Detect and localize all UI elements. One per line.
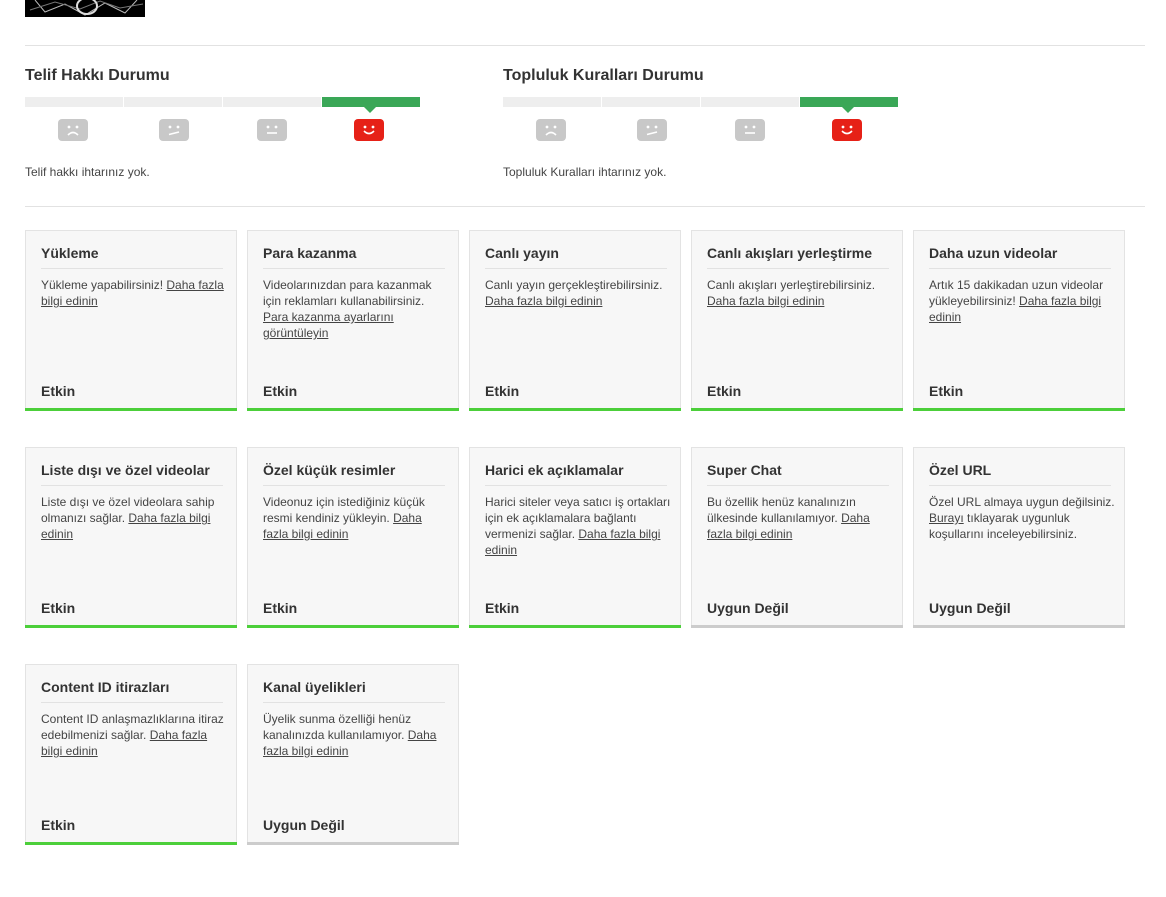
- meter-segment-active: [322, 97, 420, 113]
- meter-segment: [124, 97, 222, 107]
- feature-description: Videolarınızdan para kazanmak için rekla…: [263, 278, 432, 340]
- feature-card-external-annotations: Harici ek açıklamalar Harici siteler vey…: [469, 447, 681, 628]
- unsure-face-icon: [159, 119, 189, 141]
- feature-title: Yükleme: [41, 245, 223, 269]
- feature-description: Özel URL almaya uygun değilsiniz. Burayı…: [929, 495, 1115, 541]
- eligibility-link[interactable]: Burayı: [929, 511, 964, 525]
- divider: [25, 45, 1145, 46]
- happy-face-icon: [832, 119, 862, 141]
- feature-card-super-chat: Super Chat Bu özellik henüz kanalınızın …: [691, 447, 903, 628]
- feature-card-embed-live: Canlı akışları yerleştirme Canlı akışlar…: [691, 230, 903, 411]
- feature-status: Etkin: [485, 383, 520, 399]
- feature-description: Canlı akışları yerleştirebilirsiniz. Dah…: [707, 278, 876, 308]
- feature-description: Artık 15 dakikadan uzun videolar yükleye…: [929, 278, 1104, 324]
- community-meter: [503, 97, 923, 113]
- copyright-status-message: Telif hakkı ihtarınız yok.: [25, 165, 150, 179]
- status-bar-enabled: [469, 625, 681, 628]
- feature-card-monetization: Para kazanma Videolarınızdan para kazanm…: [247, 230, 459, 411]
- status-bar-enabled: [247, 625, 459, 628]
- community-status-message: Topluluk Kuralları ihtarınız yok.: [503, 165, 667, 179]
- meter-segment: [503, 97, 601, 107]
- feature-status: Etkin: [263, 600, 298, 616]
- meter-segment-active: [800, 97, 898, 113]
- feature-title: Content ID itirazları: [41, 679, 223, 703]
- status-bar-enabled: [25, 842, 237, 845]
- divider: [25, 206, 1145, 207]
- community-faces: [503, 119, 923, 143]
- feature-card-longer-videos: Daha uzun videolar Artık 15 dakikadan uz…: [913, 230, 1125, 411]
- feature-status: Etkin: [929, 383, 964, 399]
- feature-status: Uygun Değil: [263, 817, 345, 833]
- feature-status: Etkin: [263, 383, 298, 399]
- copyright-status-title: Telif Hakkı Durumu: [25, 67, 170, 84]
- feature-description: Videonuz için istediğiniz küçük resmi ke…: [263, 495, 425, 541]
- feature-title: Özel küçük resimler: [263, 462, 445, 486]
- feature-title: Daha uzun videolar: [929, 245, 1111, 269]
- feature-title: Canlı yayın: [485, 245, 667, 269]
- feature-status: Etkin: [41, 600, 76, 616]
- copyright-status: Telif Hakkı Durumu Telif hakkı ihtarınız…: [25, 60, 445, 179]
- status-bar-enabled: [25, 625, 237, 628]
- happy-face-icon: [354, 119, 384, 141]
- meter-segment: [25, 97, 123, 107]
- community-status: Topluluk Kuralları Durumu Topluluk Kural…: [503, 60, 923, 179]
- feature-card-custom-thumbnails: Özel küçük resimler Videonuz için istedi…: [247, 447, 459, 628]
- status-bar-enabled: [691, 408, 903, 411]
- feature-card-unlisted-private: Liste dışı ve özel videolar Liste dışı v…: [25, 447, 237, 628]
- feature-title: Harici ek açıklamalar: [485, 462, 667, 486]
- neutral-face-icon: [257, 119, 287, 141]
- feature-description: Bu özellik henüz kanalınızın ülkesinde k…: [707, 495, 870, 541]
- feature-status: Etkin: [41, 817, 76, 833]
- status-bar-ineligible: [691, 625, 903, 628]
- feature-description: Canlı yayın gerçekleştirebilirsiniz. Dah…: [485, 278, 663, 308]
- channel-thumbnail: [25, 0, 145, 17]
- feature-title: Canlı akışları yerleştirme: [707, 245, 889, 269]
- feature-description: Liste dışı ve özel videolara sahip olman…: [41, 495, 215, 541]
- community-status-title: Topluluk Kuralları Durumu: [503, 67, 704, 84]
- unsure-face-icon: [637, 119, 667, 141]
- sad-face-icon: [536, 119, 566, 141]
- status-bar-enabled: [247, 408, 459, 411]
- learn-more-link[interactable]: Daha fazla bilgi edinin: [485, 294, 602, 308]
- status-bar-enabled: [25, 408, 237, 411]
- feature-card-content-id-appeals: Content ID itirazları Content ID anlaşma…: [25, 664, 237, 845]
- meter-segment: [701, 97, 799, 107]
- meter-segment: [602, 97, 700, 107]
- feature-title: Para kazanma: [263, 245, 445, 269]
- copyright-faces: [25, 119, 445, 143]
- status-bar-ineligible: [247, 842, 459, 845]
- status-bar-ineligible: [913, 625, 1125, 628]
- sad-face-icon: [58, 119, 88, 141]
- feature-status: Uygun Değil: [707, 600, 789, 616]
- feature-card-channel-memberships: Kanal üyelikleri Üyelik sunma özelliği h…: [247, 664, 459, 845]
- copyright-meter: [25, 97, 445, 113]
- feature-status: Etkin: [485, 600, 520, 616]
- monetization-settings-link[interactable]: Para kazanma ayarlarını görüntüleyin: [263, 310, 394, 340]
- status-bar-enabled: [913, 408, 1125, 411]
- status-bar-enabled: [469, 408, 681, 411]
- feature-card-upload: Yükleme Yükleme yapabilirsiniz! Daha faz…: [25, 230, 237, 411]
- learn-more-link[interactable]: Daha fazla bilgi edinin: [707, 294, 824, 308]
- feature-title: Özel URL: [929, 462, 1111, 486]
- feature-description: Yükleme yapabilirsiniz! Daha fazla bilgi…: [41, 278, 224, 308]
- feature-description: Üyelik sunma özelliği henüz kanalınızda …: [263, 712, 437, 758]
- feature-card-custom-url: Özel URL Özel URL almaya uygun değilsini…: [913, 447, 1125, 628]
- feature-title: Liste dışı ve özel videolar: [41, 462, 223, 486]
- feature-card-live-streaming: Canlı yayın Canlı yayın gerçekleştirebil…: [469, 230, 681, 411]
- feature-description: Content ID anlaşmazlıklarına itiraz edeb…: [41, 712, 224, 758]
- feature-status: Etkin: [707, 383, 742, 399]
- feature-status: Uygun Değil: [929, 600, 1011, 616]
- feature-status: Etkin: [41, 383, 76, 399]
- neutral-face-icon: [735, 119, 765, 141]
- meter-segment: [223, 97, 321, 107]
- feature-title: Super Chat: [707, 462, 889, 486]
- feature-title: Kanal üyelikleri: [263, 679, 445, 703]
- feature-description: Harici siteler veya satıcı iş ortakları …: [485, 495, 671, 557]
